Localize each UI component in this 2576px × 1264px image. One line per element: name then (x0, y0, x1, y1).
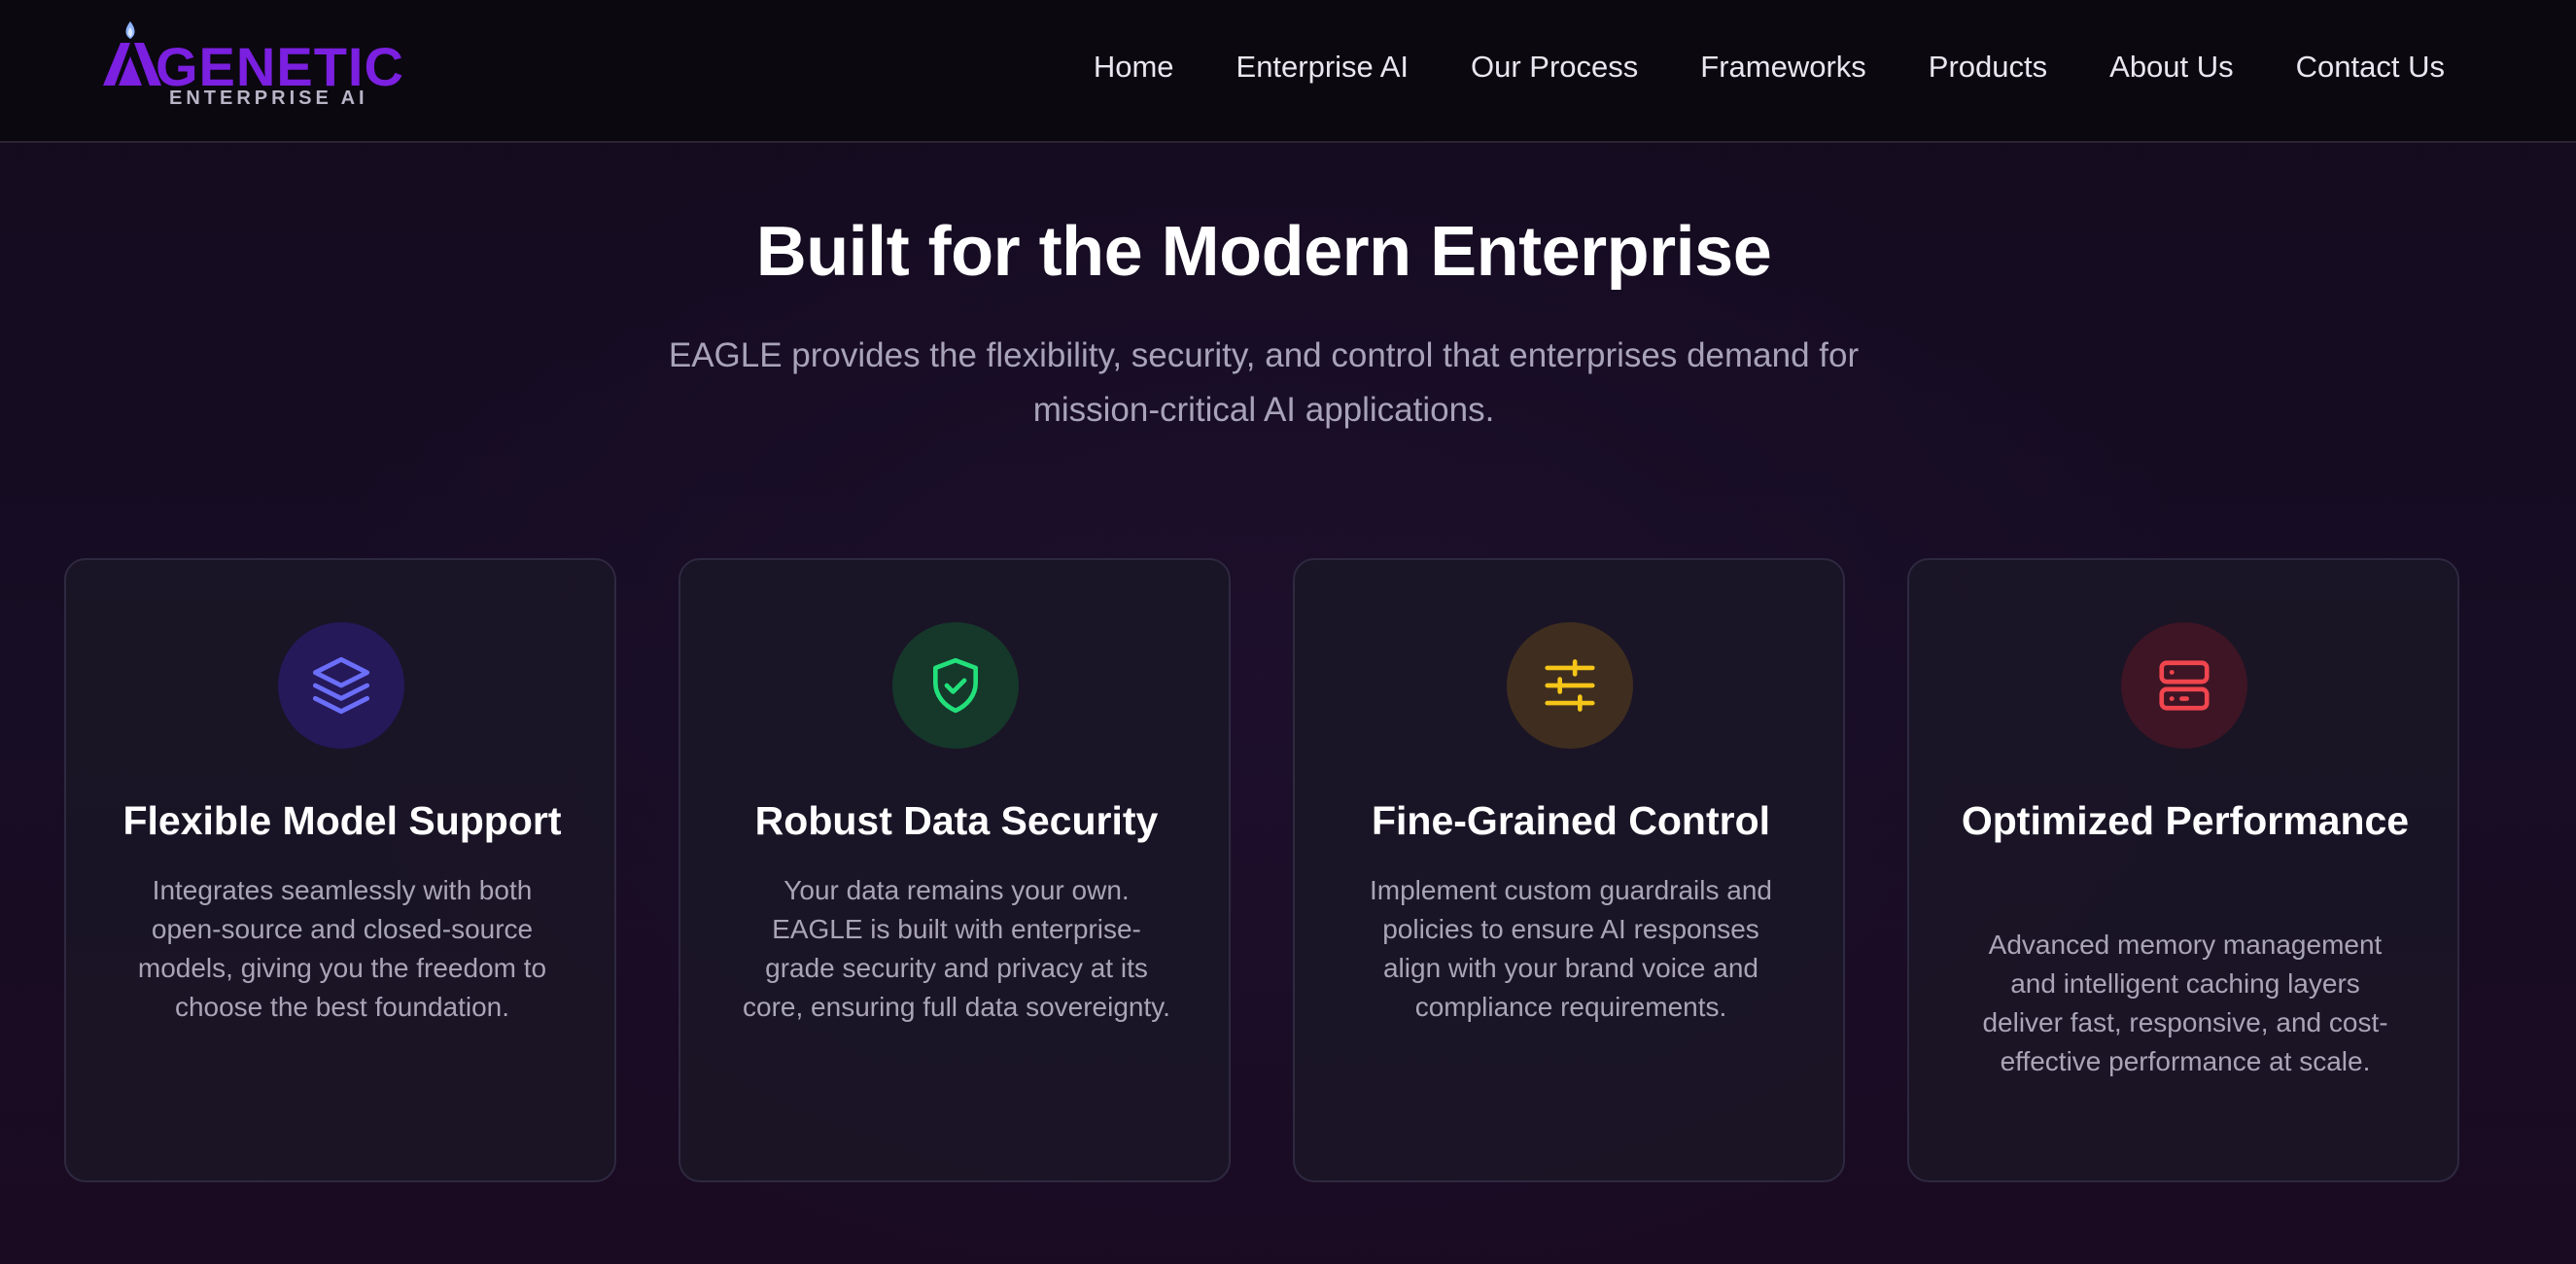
site-header: GENETIC ENTERPRISE AI Home Enterprise AI… (0, 0, 2576, 143)
feature-icon-badge (1507, 622, 1633, 749)
feature-title: Robust Data Security (754, 798, 1159, 843)
shield-check-icon (933, 657, 978, 714)
feature-title: Fine-Grained Control (1372, 798, 1770, 843)
feature-icon-badge (278, 622, 404, 749)
feature-description: Your data remains your own. EAGLE is bui… (743, 875, 1170, 1022)
feature-icon-badge (2121, 622, 2247, 749)
feature-card-fine-grained-control: Fine-Grained Control Implement custom gu… (1293, 558, 1845, 1182)
logo-wordmark: GENETIC (156, 36, 404, 95)
brand-logo[interactable]: GENETIC ENTERPRISE AI (101, 18, 422, 115)
feature-icon-badge (892, 622, 1019, 749)
agenetic-logo-icon: GENETIC (103, 21, 404, 95)
feature-description: Implement custom guardrails and policies… (1370, 875, 1772, 1022)
server-icon (2159, 660, 2210, 711)
nav-about-us[interactable]: About Us (2109, 50, 2234, 85)
section-subtitle: EAGLE provides the flexibility, security… (668, 336, 1860, 429)
main-nav: Home Enterprise AI Our Process Framework… (1094, 43, 2445, 91)
nav-home[interactable]: Home (1094, 50, 1174, 85)
nav-frameworks[interactable]: Frameworks (1700, 50, 1866, 85)
feature-title: Flexible Model Support (122, 798, 562, 843)
sliders-icon (1545, 659, 1595, 712)
feature-card-data-security: Robust Data Security Your data remains y… (679, 558, 1231, 1182)
feature-title: Optimized Performance (1961, 798, 2410, 843)
feature-description: Advanced memory management and intellige… (1982, 930, 2388, 1076)
logo-tagline: ENTERPRISE AI (169, 88, 368, 109)
feature-card-flexible-model: Flexible Model Support Integrates seamle… (64, 558, 616, 1182)
feature-card-optimized-performance: Optimized Performance Advanced memory ma… (1907, 558, 2459, 1182)
feature-cards: Flexible Model Support Integrates seamle… (64, 558, 2459, 1184)
layers-icon (312, 656, 370, 715)
nav-our-process[interactable]: Our Process (1471, 50, 1638, 85)
section-title: Built for the Modern Enterprise (755, 213, 1772, 291)
nav-enterprise-ai[interactable]: Enterprise AI (1236, 50, 1409, 85)
nav-contact-us[interactable]: Contact Us (2296, 50, 2445, 85)
feature-description: Integrates seamlessly with both open-sou… (137, 875, 547, 1022)
nav-products[interactable]: Products (1929, 50, 2047, 85)
